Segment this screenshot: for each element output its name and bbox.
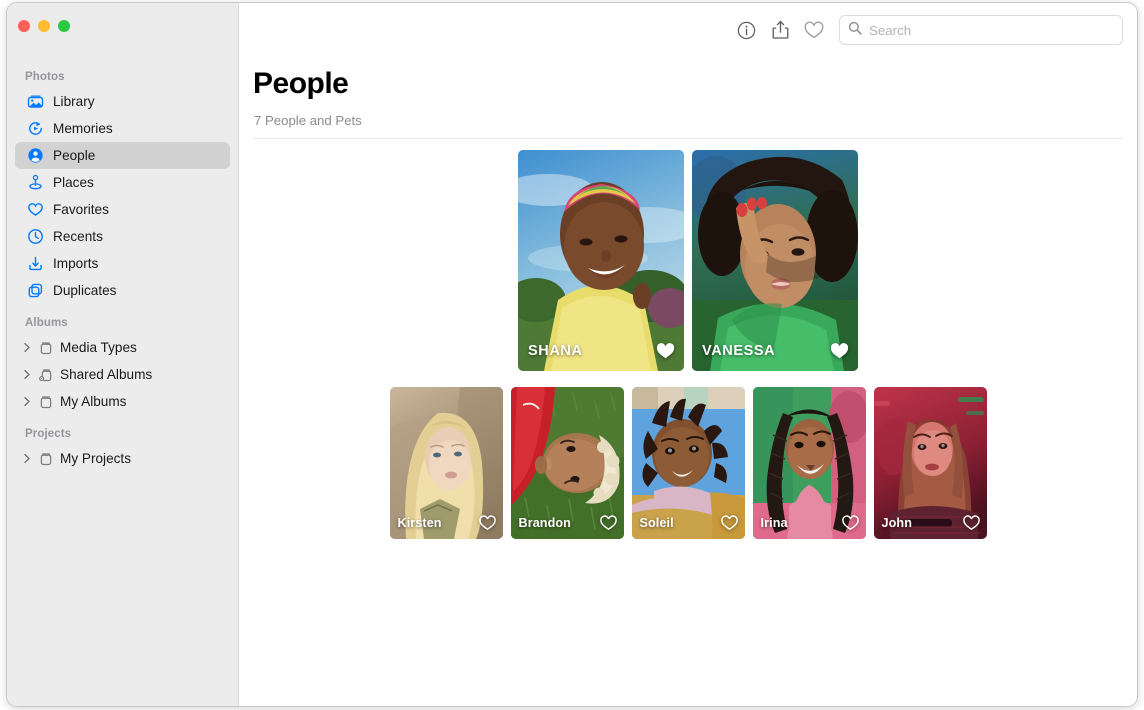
person-caption: VANESSA: [692, 333, 858, 371]
sidebar-item-label: Imports: [53, 256, 98, 271]
memories-icon: [27, 120, 44, 137]
heart-outline-icon[interactable]: [600, 515, 617, 531]
share-button[interactable]: [763, 15, 797, 45]
people-icon: [27, 147, 44, 164]
heart-outline-icon[interactable]: [963, 515, 980, 531]
clock-icon: [27, 228, 44, 245]
search-input[interactable]: [869, 23, 1114, 38]
other-people-row: Kirsten: [239, 387, 1137, 539]
person-tile[interactable]: SHANA: [518, 150, 684, 371]
person-name: VANESSA: [702, 343, 775, 359]
sidebar-item-duplicates[interactable]: Duplicates: [15, 277, 230, 304]
people-grid: SHANA: [239, 139, 1137, 539]
sidebar-item-label: Media Types: [60, 340, 137, 355]
heart-icon: [804, 21, 824, 40]
shared-album-icon: [38, 367, 54, 383]
sidebar-item-label: My Projects: [60, 451, 131, 466]
person-name: Irina: [761, 516, 788, 530]
heart-outline-icon[interactable]: [721, 515, 738, 531]
places-icon: [27, 174, 44, 191]
person-tile[interactable]: Irina: [753, 387, 866, 539]
sidebar-item-label: People: [53, 148, 95, 163]
person-tile[interactable]: Brandon: [511, 387, 624, 539]
sidebar-section-photos: Photos: [7, 65, 238, 88]
heart-outline-icon[interactable]: [842, 515, 859, 531]
heart-filled-icon[interactable]: [656, 342, 675, 360]
heart-outline-icon[interactable]: [479, 515, 496, 531]
person-tile[interactable]: Kirsten: [390, 387, 503, 539]
album-icon: [38, 451, 54, 467]
import-icon: [27, 255, 44, 272]
heart-icon: [27, 201, 44, 218]
sidebar-item-people[interactable]: People: [15, 142, 230, 169]
sidebar-section-albums: Albums: [7, 304, 238, 334]
sidebar-item-label: Duplicates: [53, 283, 116, 298]
sidebar-item-my-albums[interactable]: My Albums: [15, 388, 230, 415]
favorite-button[interactable]: [797, 15, 831, 45]
person-caption: John: [874, 509, 987, 539]
person-name: John: [882, 516, 912, 530]
info-button[interactable]: [729, 15, 763, 45]
chevron-right-icon[interactable]: [21, 342, 32, 353]
share-icon: [771, 20, 790, 40]
person-tile[interactable]: VANESSA: [692, 150, 858, 371]
sidebar-item-label: Places: [53, 175, 94, 190]
sidebar-item-media-types[interactable]: Media Types: [15, 334, 230, 361]
person-caption: Brandon: [511, 509, 624, 539]
sidebar-item-label: Favorites: [53, 202, 109, 217]
sidebar-item-favorites[interactable]: Favorites: [15, 196, 230, 223]
toolbar: [239, 3, 1137, 57]
sidebar-item-label: Recents: [53, 229, 103, 244]
person-tile[interactable]: John: [874, 387, 987, 539]
person-name: Kirsten: [398, 516, 442, 530]
page-title: People: [239, 57, 1137, 101]
person-caption: Irina: [753, 509, 866, 539]
search-icon: [848, 21, 862, 40]
person-caption: Kirsten: [390, 509, 503, 539]
traffic-lights: [18, 20, 70, 32]
duplicates-icon: [27, 282, 44, 299]
person-name: Brandon: [519, 516, 571, 530]
album-icon: [38, 340, 54, 356]
sidebar-item-library[interactable]: Library: [15, 88, 230, 115]
person-name: Soleil: [640, 516, 674, 530]
sidebar-item-places[interactable]: Places: [15, 169, 230, 196]
person-tile[interactable]: Soleil: [632, 387, 745, 539]
chevron-right-icon[interactable]: [21, 396, 32, 407]
sidebar-scroll: Photos Library Memories People: [7, 3, 238, 472]
sidebar-item-imports[interactable]: Imports: [15, 250, 230, 277]
sidebar-section-projects: Projects: [7, 415, 238, 445]
sidebar-item-shared-albums[interactable]: Shared Albums: [15, 361, 230, 388]
sidebar-item-recents[interactable]: Recents: [15, 223, 230, 250]
info-icon: [737, 21, 756, 40]
sidebar-item-my-projects[interactable]: My Projects: [15, 445, 230, 472]
main-content: People 7 People and Pets: [239, 3, 1137, 706]
album-icon: [38, 394, 54, 410]
featured-people-row: SHANA: [239, 150, 1137, 371]
photos-window: Photos Library Memories People: [6, 2, 1138, 707]
library-icon: [27, 93, 44, 110]
close-button[interactable]: [18, 20, 30, 32]
chevron-right-icon[interactable]: [21, 369, 32, 380]
zoom-button[interactable]: [58, 20, 70, 32]
sidebar-item-label: Memories: [53, 121, 113, 136]
sidebar-item-label: My Albums: [60, 394, 126, 409]
search-field[interactable]: [839, 15, 1123, 45]
person-name: SHANA: [528, 343, 583, 359]
chevron-right-icon[interactable]: [21, 453, 32, 464]
sidebar: Photos Library Memories People: [7, 3, 239, 706]
minimize-button[interactable]: [38, 20, 50, 32]
heart-filled-icon[interactable]: [830, 342, 849, 360]
sidebar-item-memories[interactable]: Memories: [15, 115, 230, 142]
sidebar-item-label: Library: [53, 94, 95, 109]
person-caption: Soleil: [632, 509, 745, 539]
person-caption: SHANA: [518, 333, 684, 371]
page-subtitle: 7 People and Pets: [239, 101, 1137, 128]
sidebar-item-label: Shared Albums: [60, 367, 152, 382]
